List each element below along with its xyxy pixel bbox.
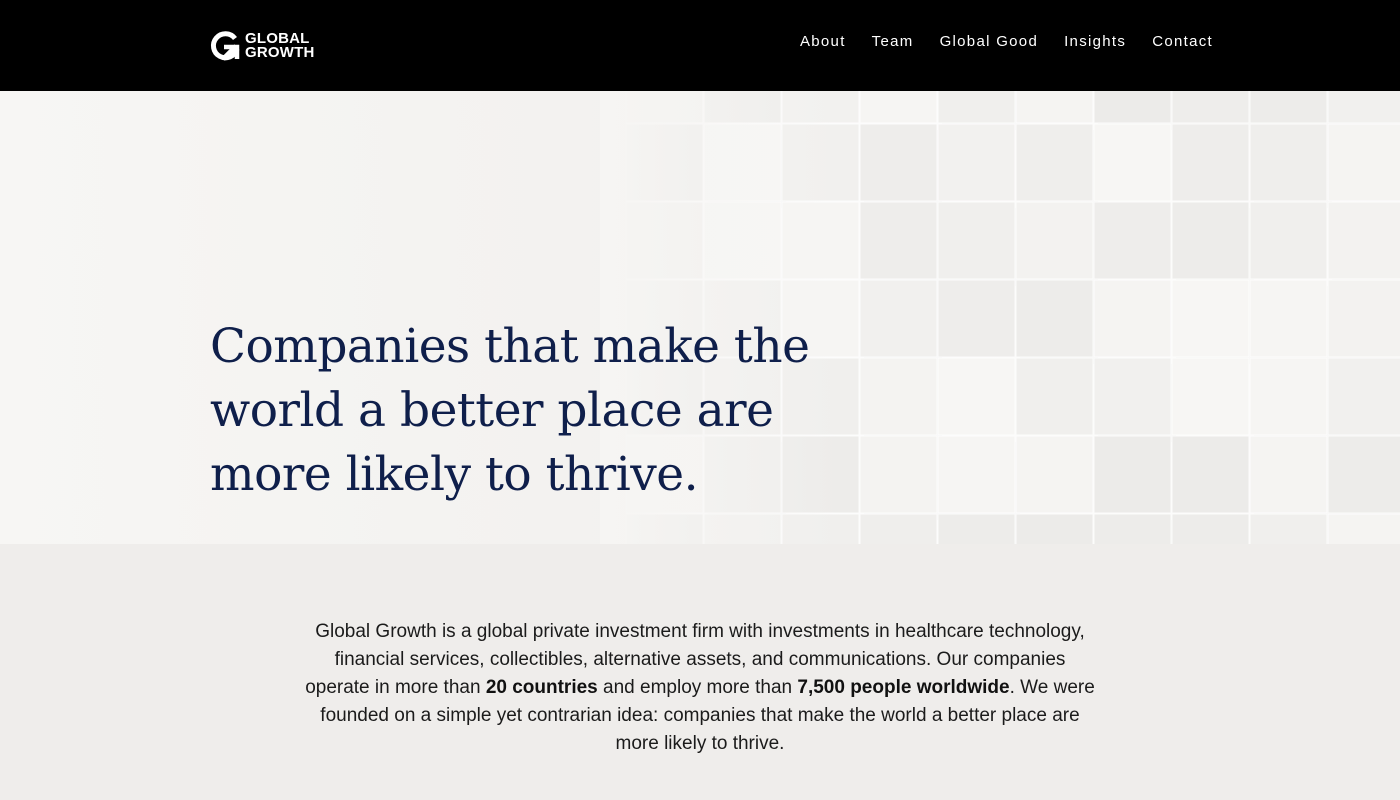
cube-tile (1015, 201, 1094, 280)
cube-tile (1093, 91, 1172, 124)
cube-tile (1171, 435, 1250, 514)
site-header: GLOBAL GROWTH About Team Global Good Ins… (0, 0, 1400, 91)
cube-tile (859, 201, 938, 280)
nav-contact[interactable]: Contact (1152, 32, 1213, 52)
cube-tile (1249, 435, 1328, 514)
cube-tile (1015, 123, 1094, 202)
cube-tile (1171, 201, 1250, 280)
cube-tile (1093, 123, 1172, 202)
nav-insights[interactable]: Insights (1064, 32, 1126, 52)
cube-tile (1171, 513, 1250, 544)
cube-tile (1249, 513, 1328, 544)
cube-tile (1327, 513, 1400, 544)
cube-tile (1249, 91, 1328, 124)
nav-global-good[interactable]: Global Good (940, 32, 1039, 52)
cube-tile (859, 357, 938, 436)
cube-tile (1093, 279, 1172, 358)
cube-tile (1015, 279, 1094, 358)
cube-tile (1093, 357, 1172, 436)
cube-tile (1015, 435, 1094, 514)
cube-tile (859, 513, 938, 544)
employees-stat: 7,500 people worldwide (797, 677, 1010, 698)
cube-tile (1093, 201, 1172, 280)
cube-tile (1093, 513, 1172, 544)
cube-tile (1171, 123, 1250, 202)
cube-tile (1249, 201, 1328, 280)
cube-tile (1327, 279, 1400, 358)
cube-tile (937, 91, 1016, 124)
cube-tile (1249, 357, 1328, 436)
cube-tile (1327, 123, 1400, 202)
nav-about[interactable]: About (800, 32, 846, 52)
cube-tile (1093, 435, 1172, 514)
about-text-2: and employ more than (597, 677, 798, 698)
cube-tile (937, 123, 1016, 202)
logo-line-2: GROWTH (245, 44, 315, 61)
cube-tile (937, 201, 1016, 280)
cube-tile (859, 123, 938, 202)
cube-tile (859, 91, 938, 124)
hero-banner: Companies that make the world a better p… (0, 91, 1400, 544)
cube-tile (1015, 513, 1094, 544)
cube-tile (1327, 201, 1400, 280)
g-arrow-logo-icon (210, 31, 240, 61)
cube-tile (937, 435, 1016, 514)
nav-team[interactable]: Team (872, 32, 914, 52)
cube-tile (1327, 91, 1400, 124)
cube-tile (1171, 279, 1250, 358)
cube-tile (859, 435, 938, 514)
countries-stat: 20 countries (485, 677, 598, 698)
cube-tile (937, 357, 1016, 436)
cube-tile (1249, 123, 1328, 202)
about-paragraph: Global Growth is a global private invest… (300, 618, 1100, 758)
cube-tile (859, 279, 938, 358)
cube-tile (1015, 91, 1094, 124)
hero-headline: Companies that make the world a better p… (210, 319, 810, 502)
logo-link[interactable]: GLOBAL GROWTH (209, 30, 315, 62)
cube-tile (1327, 435, 1400, 514)
cube-tile (1015, 357, 1094, 436)
cube-tile (937, 513, 1016, 544)
cube-tile (937, 279, 1016, 358)
cube-tile (1327, 357, 1400, 436)
main-nav: About Team Global Good Insights Contact (800, 32, 1213, 52)
cube-tile (1249, 279, 1328, 358)
cube-tile (1171, 91, 1250, 124)
logo-wordmark: GLOBAL GROWTH (245, 31, 315, 61)
cube-tile (1171, 357, 1250, 436)
